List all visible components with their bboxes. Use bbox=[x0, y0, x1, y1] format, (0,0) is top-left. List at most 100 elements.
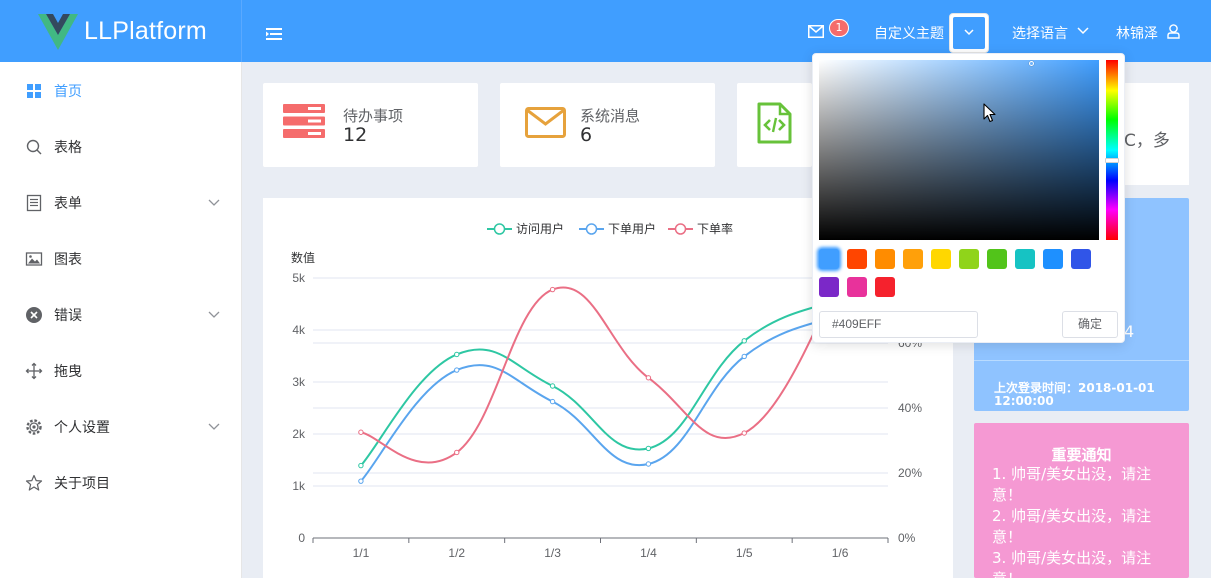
x-tick-label: 1/1 bbox=[353, 546, 370, 560]
color-swatch[interactable] bbox=[875, 249, 895, 269]
data-point bbox=[358, 429, 364, 435]
chevron-down-icon bbox=[1077, 27, 1089, 35]
y-tick-label: 0 bbox=[298, 531, 305, 545]
card-title: 待办事项 bbox=[343, 107, 404, 125]
notice-item: 1. 帅哥/美女出没，请注意！ bbox=[992, 465, 1152, 504]
star-icon bbox=[25, 474, 43, 491]
color-swatch[interactable] bbox=[903, 249, 923, 269]
sidebar-item-drag[interactable]: 拖曳 bbox=[0, 342, 241, 398]
saturation-value-panel[interactable] bbox=[819, 60, 1099, 240]
notice-item: 3. 帅哥/美女出没，请注意！ bbox=[992, 549, 1152, 578]
data-point bbox=[358, 462, 364, 469]
stat-card-todo[interactable]: 待办事项 12 bbox=[263, 83, 478, 167]
sv-cursor[interactable] bbox=[1029, 61, 1034, 66]
app-title: LLPlatform bbox=[84, 17, 207, 45]
confirm-button[interactable]: 确定 bbox=[1062, 311, 1118, 338]
sidebar-item-label: 首页 bbox=[54, 84, 82, 100]
grid-icon bbox=[27, 84, 41, 98]
x-tick-label: 1/4 bbox=[640, 546, 657, 560]
color-swatch[interactable] bbox=[931, 249, 951, 269]
hue-slider-thumb[interactable] bbox=[1105, 158, 1119, 163]
sidebar-item-label: 拖曳 bbox=[54, 364, 82, 380]
sidebar-item-about[interactable]: 关于项目 bbox=[0, 454, 241, 510]
stat-card-code[interactable] bbox=[737, 83, 812, 167]
error-circle-icon bbox=[26, 307, 42, 323]
legend-marker bbox=[585, 223, 598, 235]
language-select[interactable]: 选择语言 bbox=[1012, 23, 1068, 43]
color-swatch[interactable] bbox=[819, 277, 839, 297]
data-point bbox=[454, 449, 460, 456]
chevron-down-icon bbox=[208, 423, 220, 430]
color-picker-dropdown: #409EFF 确定 bbox=[812, 53, 1125, 343]
sidebar: 首页 表格 表单 图表 错误 拖曳 个人设置 关于项目 bbox=[0, 62, 242, 578]
important-notice-panel: 重要通知 1. 帅哥/美女出没，请注意！ 2. 帅哥/美女出没，请注意！ 3. … bbox=[974, 423, 1189, 578]
y-tick-label: 5k bbox=[292, 271, 306, 285]
series-line bbox=[360, 313, 841, 482]
sidebar-item-label: 错误 bbox=[54, 308, 82, 324]
user-lock-icon[interactable] bbox=[1167, 24, 1180, 39]
color-swatch[interactable] bbox=[847, 249, 867, 269]
card-title: 系统消息 bbox=[580, 107, 641, 125]
color-swatch[interactable] bbox=[959, 249, 979, 269]
data-point bbox=[741, 338, 747, 344]
color-swatch[interactable] bbox=[875, 277, 895, 297]
user-panel-value: 4 bbox=[1124, 322, 1135, 341]
data-point bbox=[549, 383, 556, 389]
stat-card-messages[interactable]: 系统消息 6 bbox=[500, 83, 715, 167]
notice-item: 2. 帅哥/美女出没，请注意！ bbox=[992, 507, 1152, 546]
y-axis-label: 数值 bbox=[291, 250, 315, 265]
vue-logo-icon bbox=[38, 14, 78, 50]
color-swatch[interactable] bbox=[847, 277, 867, 297]
y2-tick-label: 0% bbox=[898, 531, 916, 545]
username[interactable]: 林锦泽 bbox=[1116, 23, 1158, 43]
data-point bbox=[549, 286, 556, 293]
data-point bbox=[454, 351, 460, 358]
sidebar-item-form[interactable]: 表单 bbox=[0, 174, 241, 230]
y-tick-label: 3k bbox=[292, 375, 306, 389]
last-login-time: 上次登录时间：2018-01-01 12:00:00 bbox=[994, 381, 1155, 408]
data-point bbox=[358, 478, 364, 484]
card-value: 6 bbox=[580, 124, 593, 146]
sidebar-item-label: 图表 bbox=[54, 252, 82, 268]
y-tick-label: 4k bbox=[292, 323, 306, 337]
notice-title: 重要通知 bbox=[1051, 446, 1112, 464]
data-point bbox=[741, 353, 747, 360]
legend-marker bbox=[674, 223, 687, 235]
color-swatch[interactable] bbox=[1071, 249, 1091, 269]
mail-icon bbox=[525, 107, 566, 138]
divider bbox=[974, 360, 1189, 361]
sidebar-item-chart[interactable]: 图表 bbox=[0, 230, 241, 286]
color-swatch[interactable] bbox=[987, 249, 1007, 269]
hex-color-input[interactable]: #409EFF bbox=[819, 311, 978, 338]
legend-label: 访问用户 bbox=[516, 221, 564, 236]
legend-label: 下单率 bbox=[697, 221, 733, 236]
data-point bbox=[549, 398, 556, 405]
search-icon bbox=[26, 139, 42, 155]
hue-slider[interactable] bbox=[1106, 60, 1118, 240]
y-tick-label: 1k bbox=[292, 479, 306, 493]
custom-theme-label: 自定义主题 bbox=[874, 26, 944, 42]
mail-icon[interactable] bbox=[808, 25, 824, 38]
sidebar-item-home[interactable]: 首页 bbox=[0, 62, 241, 118]
menu-collapse-icon[interactable] bbox=[266, 28, 282, 40]
data-point bbox=[741, 430, 747, 436]
notification-badge: 1 bbox=[829, 19, 849, 37]
data-point bbox=[645, 445, 652, 452]
sidebar-item-personal-settings[interactable]: 个人设置 bbox=[0, 398, 241, 454]
data-point bbox=[454, 367, 460, 373]
color-swatch[interactable] bbox=[819, 249, 839, 269]
theme-color-picker-trigger[interactable] bbox=[949, 13, 989, 53]
current-color-swatch bbox=[953, 17, 985, 49]
info-card-text: C，多 bbox=[1124, 131, 1170, 151]
sidebar-item-label: 表单 bbox=[54, 196, 82, 212]
x-tick-label: 1/2 bbox=[448, 546, 465, 560]
data-point bbox=[645, 461, 652, 467]
sidebar-item-table[interactable]: 表格 bbox=[0, 118, 241, 174]
list-icon bbox=[283, 104, 325, 138]
sidebar-item-label: 关于项目 bbox=[54, 476, 110, 492]
sidebar-item-error[interactable]: 错误 bbox=[0, 286, 241, 342]
chevron-down-icon bbox=[208, 199, 220, 206]
card-value: 12 bbox=[343, 124, 368, 146]
color-swatch[interactable] bbox=[1043, 249, 1063, 269]
color-swatch[interactable] bbox=[1015, 249, 1035, 269]
